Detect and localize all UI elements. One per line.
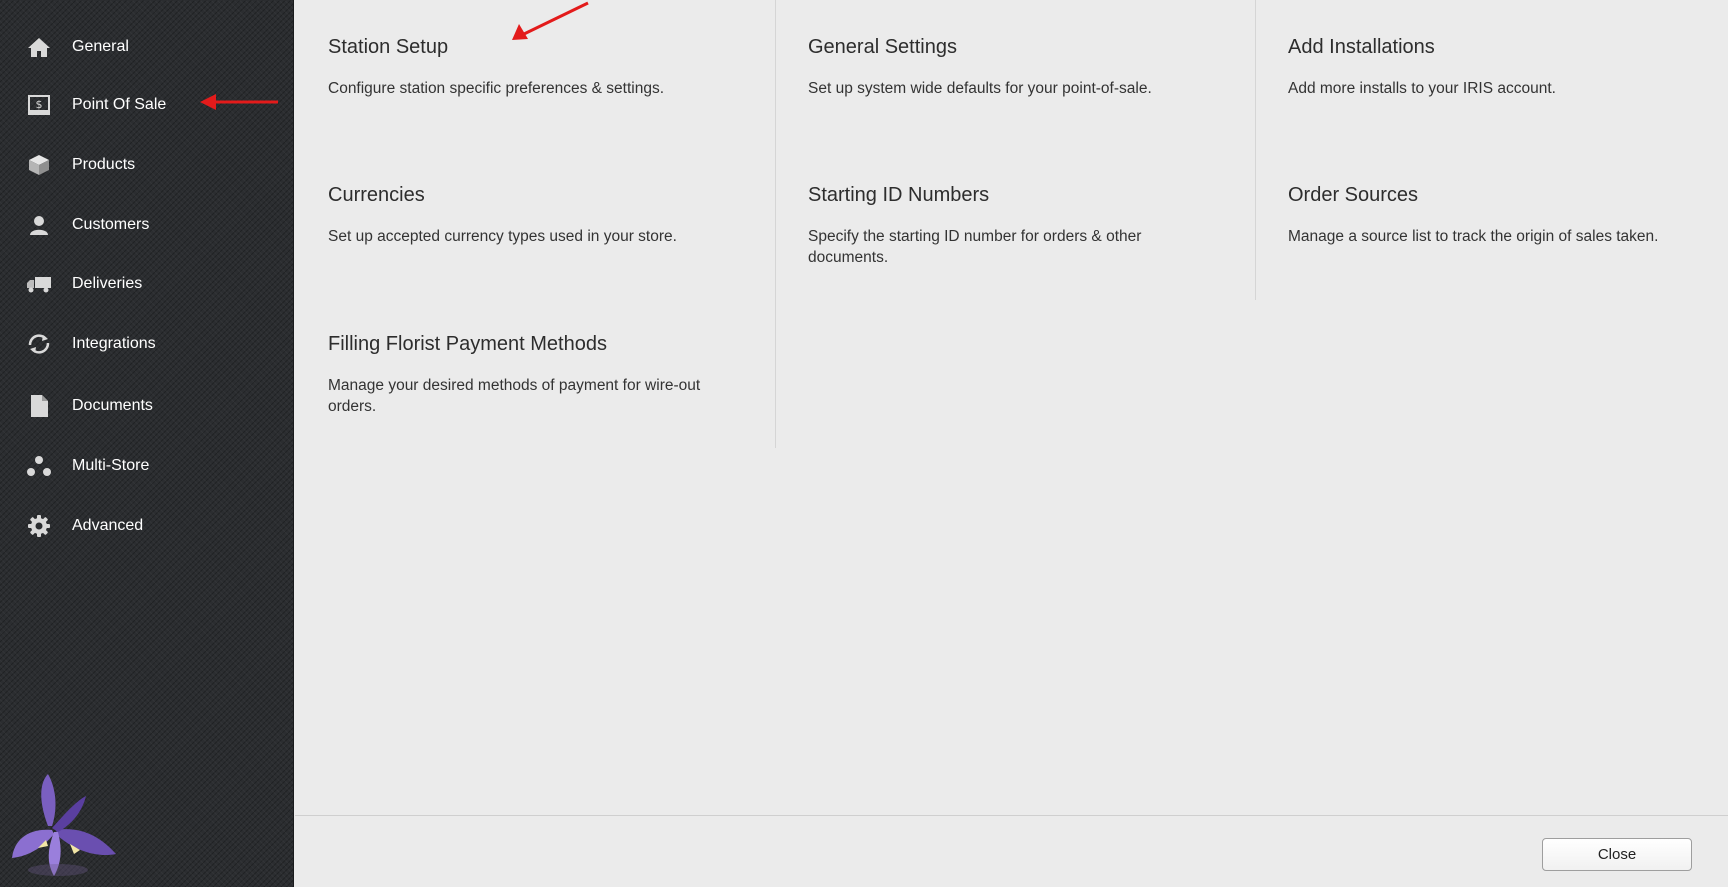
sidebar-item-label: Deliveries	[72, 275, 143, 292]
sidebar-item-label: Advanced	[72, 517, 144, 534]
tile-station-setup[interactable]: Station Setup Configure station specific…	[328, 36, 758, 99]
sidebar-item-documents[interactable]: Documents	[0, 384, 294, 428]
sidebar-item-label: Point Of Sale	[72, 96, 167, 113]
tile-description: Set up accepted currency types used in y…	[328, 228, 677, 245]
settings-panel: Station Setup Configure station specific…	[294, 0, 1728, 815]
sidebar-item-customers[interactable]: Customers	[0, 203, 294, 247]
sidebar-item-label: Documents	[72, 397, 153, 414]
multi-store-icon	[26, 453, 52, 479]
tile-title: Station Setup	[328, 36, 449, 58]
tile-title: General Settings	[808, 36, 957, 58]
sidebar-item-label: Multi-Store	[72, 457, 150, 474]
document-icon	[26, 393, 52, 419]
box-icon	[26, 152, 52, 178]
sidebar-item-integrations[interactable]: Integrations	[0, 322, 294, 366]
column-divider	[1255, 0, 1256, 300]
sidebar-item-deliveries[interactable]: Deliveries	[0, 262, 294, 306]
tile-title: Currencies	[328, 184, 425, 206]
sidebar-item-general[interactable]: General	[0, 25, 294, 69]
footer-bar	[295, 815, 1728, 887]
tile-title: Starting ID Numbers	[808, 184, 990, 206]
tile-description: Manage a source list to track the origin…	[1288, 228, 1659, 245]
tile-description: Add more installs to your IRIS account.	[1288, 80, 1556, 97]
tile-general-settings[interactable]: General Settings Set up system wide defa…	[808, 36, 1238, 99]
close-button[interactable]: Close	[1542, 838, 1692, 871]
tile-order-sources[interactable]: Order Sources Manage a source list to tr…	[1288, 184, 1718, 247]
sidebar-item-advanced[interactable]: Advanced	[0, 504, 294, 548]
sidebar-item-multi-store[interactable]: Multi-Store	[0, 444, 294, 488]
sync-icon	[26, 331, 52, 357]
sidebar-item-label: Integrations	[72, 335, 156, 352]
tile-filling-florist-payment-methods[interactable]: Filling Florist Payment Methods Manage y…	[328, 333, 748, 417]
register-icon: $	[26, 92, 52, 118]
sidebar-item-label: General	[72, 38, 129, 55]
tile-add-installations[interactable]: Add Installations Add more installs to y…	[1288, 36, 1718, 99]
sidebar-item-products[interactable]: Products	[0, 143, 294, 187]
sidebar-item-label: Customers	[72, 216, 150, 233]
sidebar: General $ Point Of Sale Products Custome…	[0, 0, 294, 887]
tile-starting-id-numbers[interactable]: Starting ID Numbers Specify the starting…	[808, 184, 1208, 268]
tile-description: Set up system wide defaults for your poi…	[808, 80, 1152, 97]
tile-currencies[interactable]: Currencies Set up accepted currency type…	[328, 184, 758, 247]
person-icon	[26, 212, 52, 238]
column-divider	[775, 0, 776, 448]
sidebar-item-label: Products	[72, 156, 136, 173]
tile-title: Filling Florist Payment Methods	[328, 333, 607, 355]
sidebar-item-point-of-sale[interactable]: $ Point Of Sale	[0, 83, 294, 127]
home-icon	[26, 34, 52, 60]
tile-title: Add Installations	[1288, 36, 1435, 58]
truck-icon	[26, 271, 52, 297]
svg-text:$: $	[36, 98, 43, 111]
tile-title: Order Sources	[1288, 184, 1419, 206]
tile-description: Configure station specific preferences &…	[328, 80, 665, 97]
gear-icon	[26, 513, 52, 539]
tile-description: Specify the starting ID number for order…	[808, 228, 1142, 266]
iris-flower-logo	[12, 774, 116, 876]
tile-description: Manage your desired methods of payment f…	[328, 377, 701, 415]
